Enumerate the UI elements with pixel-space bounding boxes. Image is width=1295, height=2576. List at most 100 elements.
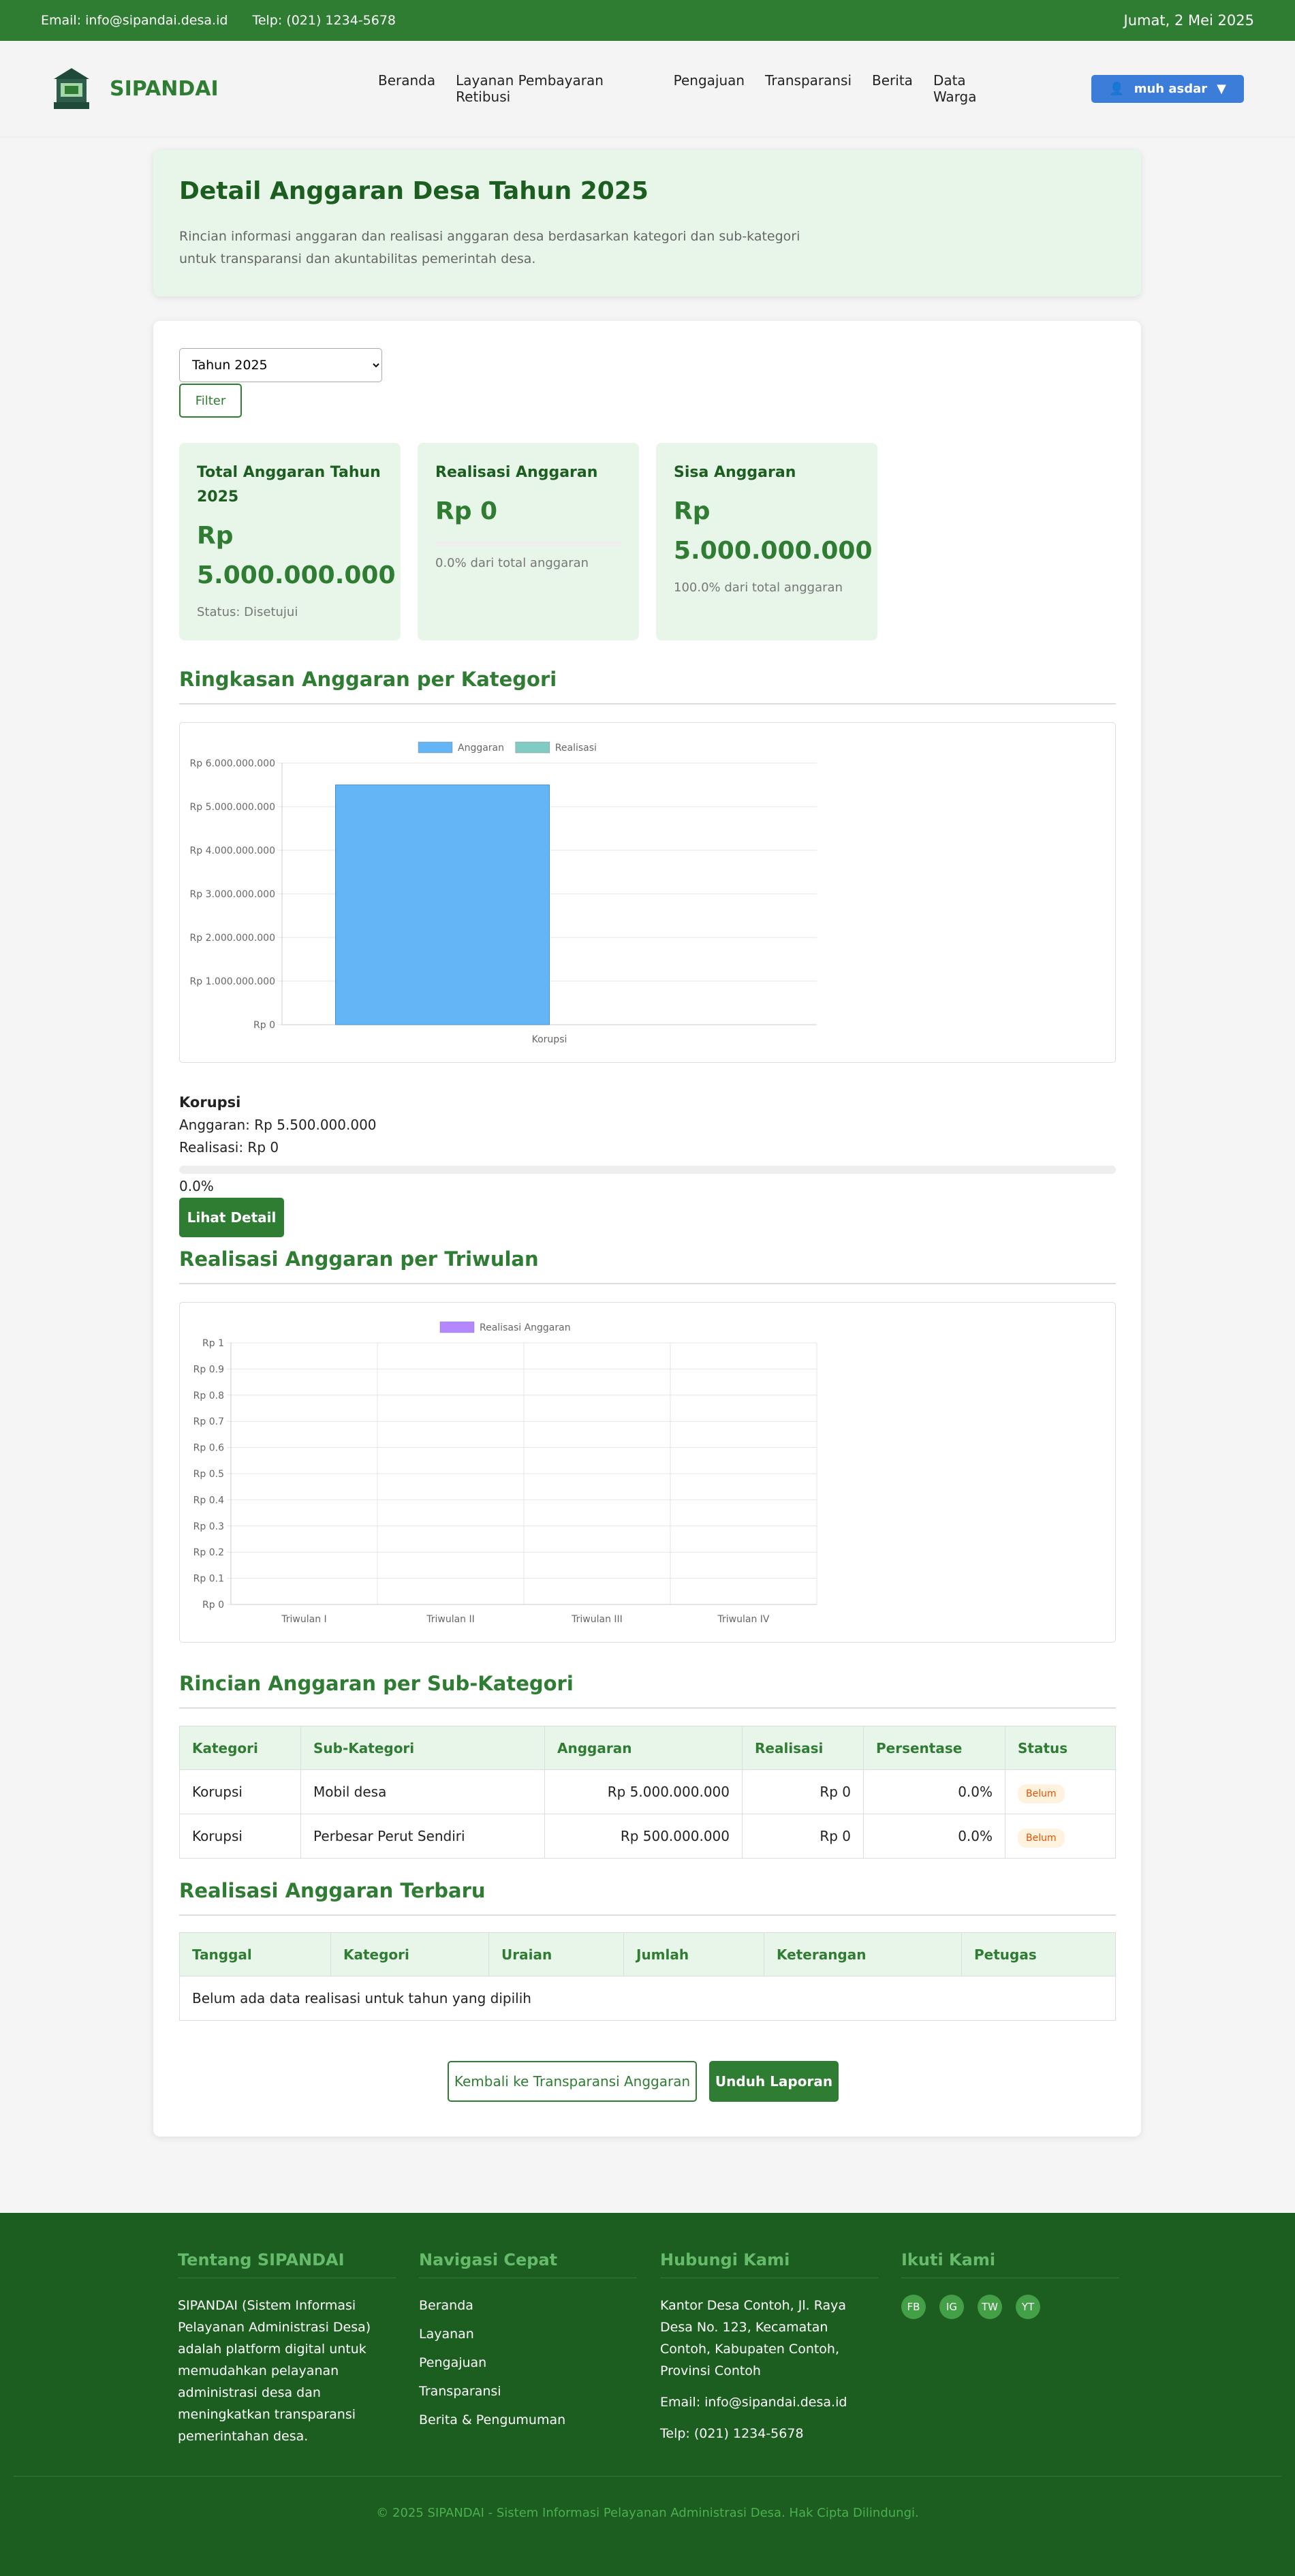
brand[interactable]: SIPANDAI <box>51 67 378 110</box>
x-tick-label: Triwulan I <box>281 1614 326 1625</box>
status-badge: Belum <box>1018 1829 1065 1848</box>
stat-realisasi-value: Rp 0 <box>435 497 498 525</box>
col-anggaran: Anggaran <box>544 1726 743 1770</box>
nav-data-warga[interactable]: Data Warga <box>933 72 1010 105</box>
col-uraian: Uraian <box>488 1932 624 1976</box>
top-info-bar: Email: info@sipandai.desa.id Telp: (021)… <box>0 0 1295 41</box>
footer-link-berita[interactable]: Berita & Pengumuman <box>419 2409 637 2431</box>
category-name: Korupsi <box>179 1094 241 1111</box>
cell-status: Belum <box>1005 1769 1116 1814</box>
footer-about-text: SIPANDAI (Sistem Informasi Pelayanan Adm… <box>178 2298 371 2444</box>
category-realisasi: Realisasi: Rp 0 <box>179 1139 279 1155</box>
section-title-terbaru: Realisasi Anggaran Terbaru <box>179 1879 1116 1916</box>
chart-kategori: Rp 0 Rp 1.000.000.000 Rp 2.000.000.000 Rp 3… <box>190 741 817 1045</box>
footer-contact-title: Hubungi Kami <box>660 2250 878 2278</box>
col-tanggal: Tanggal <box>179 1932 331 1976</box>
main-nav: Beranda Layanan Pembayaran Retibusi Peng… <box>378 72 1010 105</box>
chart-triwulan-container: Rp 0 Rp 0.1 Rp 0.2 Rp 0.3 Rp 0.4 Rp 0.5 Rp 0.6… <box>179 1302 1116 1643</box>
stat-realisasi-title: Realisasi Anggaran <box>435 464 598 481</box>
table-row: Korupsi Perbesar Perut Sendiri Rp 500.00… <box>179 1814 1116 1859</box>
y-tick-label: Rp 0.7 <box>193 1416 224 1427</box>
footer-contact: Hubungi Kami Kantor Desa Contoh, Jl. Ray… <box>660 2250 878 2445</box>
facebook-icon[interactable]: FB <box>901 2295 926 2319</box>
x-tick-label: Triwulan III <box>571 1614 623 1625</box>
page-header: Detail Anggaran Desa Tahun 2025 Rincian … <box>153 150 1141 296</box>
nav-pengajuan[interactable]: Pengajuan <box>674 72 745 105</box>
youtube-icon[interactable]: YT <box>1016 2295 1040 2319</box>
footer-about: Tentang SIPANDAI SIPANDAI (Sistem Inform… <box>178 2250 396 2447</box>
stat-sisa-value: Rp 5.000.000.000 <box>674 497 873 565</box>
nav-transparansi[interactable]: Transparansi <box>765 72 852 105</box>
y-tick-label: Rp 0.9 <box>193 1364 224 1375</box>
table-row: Belum ada data realisasi untuk tahun yan… <box>179 1976 1116 2021</box>
footer-divider <box>14 2476 1281 2477</box>
cell-anggaran: Rp 5.000.000.000 <box>544 1769 743 1814</box>
nav-berita[interactable]: Berita <box>872 72 913 105</box>
footer-follow-title: Ikuti Kami <box>901 2250 1119 2278</box>
filter-button[interactable]: Filter <box>179 384 242 418</box>
category-info: Korupsi Anggaran: Rp 5.500.000.000 Reali… <box>179 1091 377 1159</box>
section-title-kategori: Ringkasan Anggaran per Kategori <box>179 668 1116 704</box>
user-name: muh asdar <box>1134 81 1208 96</box>
y-tick-label: Rp 2.000.000.000 <box>190 933 276 944</box>
cell-subkategori: Perbesar Perut Sendiri <box>300 1814 545 1859</box>
instagram-icon[interactable]: IG <box>939 2295 964 2319</box>
section-title-triwulan: Realisasi Anggaran per Triwulan <box>179 1247 1116 1284</box>
caret-down-icon: ▼ <box>1217 81 1226 96</box>
footer-link-pengajuan[interactable]: Pengajuan <box>419 2352 637 2374</box>
nav-beranda[interactable]: Beranda <box>378 72 435 105</box>
col-keterangan: Keterangan <box>764 1932 962 1976</box>
category-percent: 0.0% <box>179 1178 214 1194</box>
table-header-row: Kategori Sub-Kategori Anggaran Realisasi… <box>179 1726 1116 1770</box>
empty-message: Belum ada data realisasi untuk tahun yan… <box>179 1976 1116 2021</box>
legend-label: Anggaran <box>458 743 504 754</box>
table-header-row: Tanggal Kategori Uraian Jumlah Keteranga… <box>179 1932 1116 1976</box>
footer-address: Kantor Desa Contoh, Jl. Raya Desa No. 12… <box>660 2298 847 2378</box>
footer-link-layanan[interactable]: Layanan <box>419 2323 637 2345</box>
x-tick-label: Triwulan II <box>426 1614 475 1625</box>
year-select[interactable]: Tahun 2025 <box>179 348 382 382</box>
nav-layanan[interactable]: Layanan Pembayaran Retibusi <box>456 72 653 105</box>
cell-kategori: Korupsi <box>179 1769 301 1814</box>
download-report-button[interactable]: Unduh Laporan <box>709 2061 839 2102</box>
footer-link-beranda[interactable]: Beranda <box>419 2295 637 2316</box>
top-phone: Telp: (021) 1234-5678 <box>252 13 396 28</box>
chart-kategori-container: Rp 0 Rp 1.000.000.000 Rp 2.000.000.000 Rp 3… <box>179 722 1116 1063</box>
legend-swatch <box>439 1321 475 1333</box>
stat-total-status: Status: Disetujui <box>197 605 298 619</box>
bar-anggaran <box>335 784 550 1025</box>
y-tick-label: Rp 0.8 <box>193 1391 224 1401</box>
y-tick-label: Rp 1.000.000.000 <box>190 976 276 987</box>
y-tick-label: Rp 4.000.000.000 <box>190 845 276 856</box>
footer-about-title: Tentang SIPANDAI <box>178 2250 396 2278</box>
lihat-detail-button[interactable]: Lihat Detail <box>179 1198 284 1237</box>
y-tick-label: Rp 0 <box>202 1600 224 1611</box>
stat-sisa: Sisa Anggaran Rp 5.000.000.000 100.0% da… <box>656 443 877 640</box>
cell-persentase: 0.0% <box>863 1769 1005 1814</box>
brand-name: SIPANDAI <box>110 76 219 101</box>
y-tick-label: Rp 0.4 <box>193 1495 224 1506</box>
y-tick-label: Rp 3.000.000.000 <box>190 889 276 900</box>
budget-detail-card: Tahun 2025 Filter Total Anggaran Tahun 2… <box>153 321 1141 2137</box>
stat-realisasi-percent: 0.0% dari total anggaran <box>435 556 589 570</box>
legend-label: Realisasi <box>555 743 597 754</box>
twitter-icon[interactable]: TW <box>978 2295 1002 2319</box>
cell-persentase: 0.0% <box>863 1814 1005 1859</box>
x-tick-label: Korupsi <box>532 1034 567 1045</box>
subcategory-table: Kategori Sub-Kategori Anggaran Realisasi… <box>179 1726 1116 1859</box>
col-status: Status <box>1005 1726 1116 1770</box>
user-menu-button[interactable]: 👤 muh asdar ▼ <box>1091 74 1244 103</box>
category-progress <box>179 1166 1116 1174</box>
footer-nav: Navigasi Cepat Beranda Layanan Pengajuan… <box>419 2250 637 2438</box>
chart-triwulan: Rp 0 Rp 0.1 Rp 0.2 Rp 0.3 Rp 0.4 Rp 0.5 Rp 0.6… <box>193 1321 817 1625</box>
back-button[interactable]: Kembali ke Transparansi Anggaran <box>448 2061 697 2102</box>
footer-link-transparansi[interactable]: Transparansi <box>419 2380 637 2402</box>
stat-total: Total Anggaran Tahun 2025 Rp 5.000.000.0… <box>179 443 401 640</box>
navbar: SIPANDAI Beranda Layanan Pembayaran Reti… <box>0 41 1295 136</box>
stat-total-value: Rp 5.000.000.000 <box>197 522 396 589</box>
logo-icon <box>54 68 89 109</box>
footer-copyright: © 2025 SIPANDAI - Sistem Informasi Pelay… <box>376 2506 919 2520</box>
stat-sisa-title: Sisa Anggaran <box>674 464 796 481</box>
col-jumlah: Jumlah <box>623 1932 764 1976</box>
page-description: Rincian informasi anggaran dan realisasi… <box>179 229 800 266</box>
